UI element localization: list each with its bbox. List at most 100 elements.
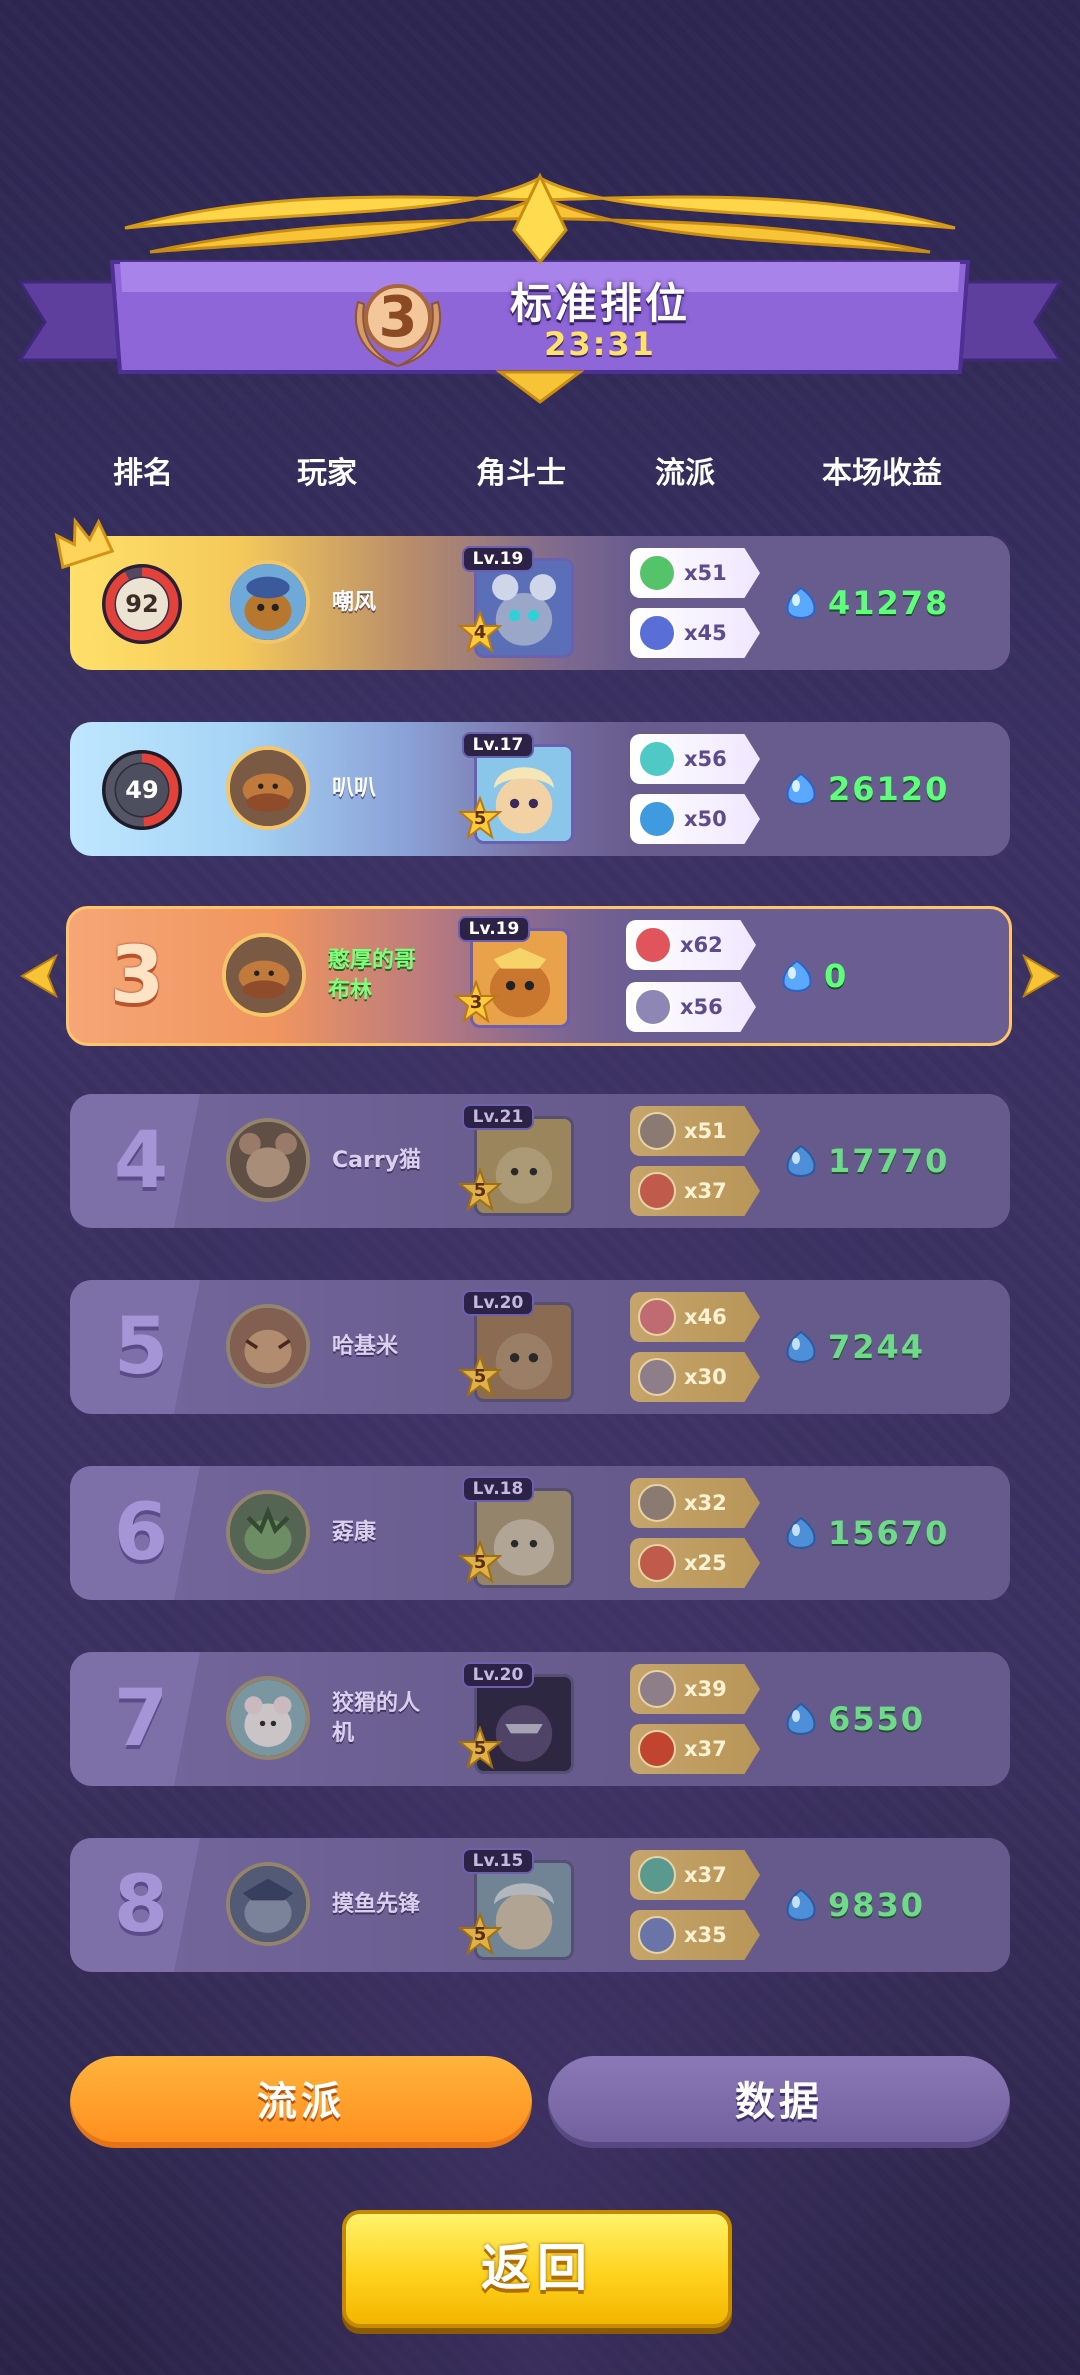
trait-badge[interactable]: x37: [630, 1166, 760, 1216]
snowflake-icon: [638, 1856, 676, 1894]
trait-badge[interactable]: x51: [630, 548, 760, 598]
gem-icon: [786, 1516, 816, 1549]
gem-icon: [786, 586, 816, 619]
left-marker-arrow-icon: [20, 954, 58, 998]
trait-badge[interactable]: x62: [626, 920, 756, 970]
col-header-rank: 排名: [113, 456, 173, 491]
player-name: 摸鱼先锋: [332, 1892, 421, 1917]
gladiator-level: Lv.15: [462, 1848, 534, 1874]
claw-icon: [634, 926, 672, 964]
trait-badge[interactable]: x30: [630, 1352, 760, 1402]
earnings-value: 7244: [828, 1328, 926, 1366]
rank-number: 8: [113, 1860, 169, 1950]
gladiator-level: Lv.19: [458, 916, 530, 942]
player-name: 叭叭: [332, 776, 377, 801]
player-avatar[interactable]: [226, 560, 310, 644]
trait-count: x45: [684, 621, 727, 645]
gladiator-star: 4: [473, 622, 487, 643]
sword-icon: [634, 988, 672, 1026]
gladiator-card[interactable]: Lv.19 3: [454, 916, 570, 1034]
tab-build[interactable]: 流派: [70, 2056, 532, 2148]
trait-badge[interactable]: x37: [630, 1850, 760, 1900]
sword-icon: [638, 1358, 676, 1396]
trait-count: x56: [684, 747, 727, 771]
banner-ribbon: [17, 172, 1063, 404]
gladiator-star: 5: [473, 1366, 487, 1387]
avatar-character-icon: [226, 937, 302, 1013]
gem-icon: [786, 1330, 816, 1363]
fire-icon: [638, 1730, 676, 1768]
gladiator-card[interactable]: Lv.17 5: [458, 732, 574, 850]
player-row-1[interactable]: 92 嘲风 Lv.19 4 x51 x45 41278: [54, 516, 1010, 670]
trait-badge[interactable]: x35: [630, 1910, 760, 1960]
gem-icon: [786, 1888, 816, 1921]
player-name: 狡猾的人机: [332, 1652, 428, 1786]
player-row-3-self[interactable]: 3 憨厚的哥 布林 Lv.19 3 x62 x56 0: [66, 906, 1012, 1046]
player-row-7[interactable]: 7 狡猾的人机 Lv.20 5 x39 x37 6550: [70, 1652, 1010, 1786]
rank-badge-number: 3: [378, 285, 418, 350]
gem-icon: [786, 1144, 816, 1177]
return-button[interactable]: 返回: [342, 2210, 732, 2328]
trait-badge[interactable]: x25: [630, 1538, 760, 1588]
trait-count: x56: [680, 995, 723, 1019]
player-name-line2: 布林: [328, 978, 373, 1003]
rank-score: 49: [125, 776, 159, 804]
trait-count: x37: [684, 1863, 727, 1887]
player-avatar[interactable]: [226, 746, 310, 830]
player-avatar[interactable]: [226, 1118, 310, 1202]
player-avatar[interactable]: [226, 1862, 310, 1946]
trait-count: x30: [684, 1365, 727, 1389]
player-avatar[interactable]: [226, 1490, 310, 1574]
trait-badge[interactable]: x45: [630, 608, 760, 658]
trait-badge[interactable]: x46: [630, 1292, 760, 1342]
player-name: 孬康: [332, 1520, 377, 1545]
gladiator-level: Lv.21: [462, 1104, 534, 1130]
gladiator-card[interactable]: Lv.20 5: [458, 1290, 574, 1408]
tab-stats[interactable]: 数据: [548, 2056, 1010, 2148]
gladiator-card[interactable]: Lv.15 5: [458, 1848, 574, 1966]
claw-icon: [638, 1544, 676, 1582]
trait-badge[interactable]: x39: [630, 1664, 760, 1714]
player-avatar[interactable]: [226, 1304, 310, 1388]
gladiator-star: 5: [473, 1924, 487, 1945]
trait-badge[interactable]: x50: [630, 794, 760, 844]
trait-badge[interactable]: x56: [630, 734, 760, 784]
trait-count: x32: [684, 1491, 727, 1515]
trait-count: x39: [684, 1677, 727, 1701]
sword-icon: [638, 1670, 676, 1708]
gladiator-level: Lv.17: [462, 732, 534, 758]
player-row-8[interactable]: 8 摸鱼先锋 Lv.15 5 x37 x35 9830: [70, 1838, 1010, 1972]
gladiator-card[interactable]: Lv.19 4: [458, 546, 574, 664]
trait-count: x50: [684, 807, 727, 831]
col-header-earnings: 本场收益: [822, 456, 942, 491]
gem-icon: [782, 959, 812, 992]
player-row-4[interactable]: 4 Carry猫 Lv.21 5 x51 x37 17770: [70, 1094, 1010, 1228]
trait-badge[interactable]: x37: [630, 1724, 760, 1774]
shield-icon: [638, 1112, 676, 1150]
player-row-2[interactable]: 49 叭叭 Lv.17 5 x56 x50 26120: [70, 722, 1010, 856]
avatar-character-icon: [230, 1122, 306, 1198]
player-name-line2: 机: [332, 1721, 355, 1746]
trait-badge[interactable]: x56: [626, 982, 756, 1032]
rank-number: 7: [113, 1674, 169, 1764]
col-header-build: 流派: [655, 456, 715, 491]
gladiator-level: Lv.19: [462, 546, 534, 572]
avatar-character-icon: [230, 1680, 306, 1756]
player-name: 憨厚的哥 布林: [328, 906, 424, 1046]
gladiator-card[interactable]: Lv.20 5: [458, 1662, 574, 1780]
player-row-6[interactable]: 6 孬康 Lv.18 5 x32 x25 15670: [70, 1466, 1010, 1600]
trait-count: x37: [684, 1179, 727, 1203]
player-name: Carry猫: [332, 1148, 422, 1173]
rank-number: 5: [113, 1302, 169, 1392]
gladiator-card[interactable]: Lv.18 5: [458, 1476, 574, 1594]
feather-icon: [638, 614, 676, 652]
player-avatar[interactable]: [222, 933, 306, 1017]
earnings-value: 26120: [828, 770, 950, 808]
gladiator-card[interactable]: Lv.21 5: [458, 1104, 574, 1222]
right-marker-arrow-icon: [1022, 954, 1060, 998]
gladiator-star: 5: [473, 808, 487, 829]
trait-badge[interactable]: x32: [630, 1478, 760, 1528]
trait-badge[interactable]: x51: [630, 1106, 760, 1156]
player-avatar[interactable]: [226, 1676, 310, 1760]
player-row-5[interactable]: 5 哈基米 Lv.20 5 x46 x30 7244: [70, 1280, 1010, 1414]
